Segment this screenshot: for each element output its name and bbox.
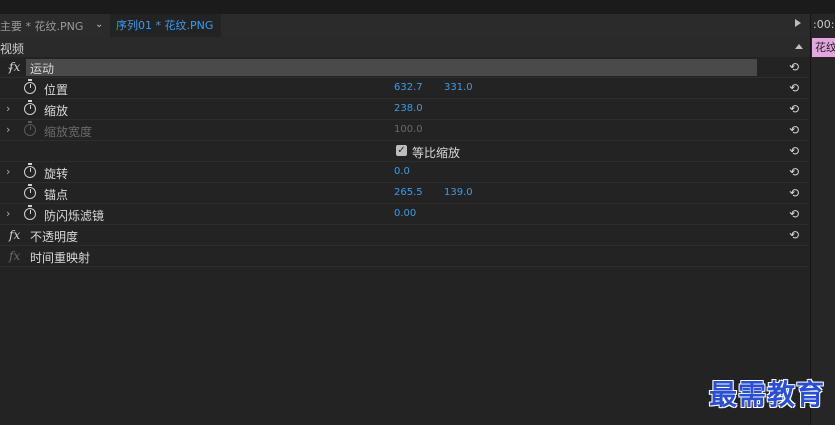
reset-icon[interactable]: ⟲ bbox=[789, 144, 799, 158]
effect-row-time-remap[interactable]: fx 时间重映射 bbox=[0, 246, 808, 267]
effect-controls-panel: 主要 * 花纹.PNG ⌄ 序列01 * 花纹.PNG :00:0 花纹 视频 … bbox=[0, 0, 835, 425]
mini-timeline[interactable] bbox=[810, 14, 835, 425]
property-row-uniform-scale: ✓ 等比缩放 ⟲ bbox=[0, 141, 808, 162]
rotation-value[interactable]: 0.0 bbox=[394, 166, 410, 177]
timeline-clip[interactable]: 花纹 bbox=[812, 38, 835, 57]
stopwatch-icon[interactable] bbox=[24, 184, 36, 199]
timeline-timecode: :00:0 bbox=[813, 18, 835, 31]
anti-flicker-label: 防闪烁滤镜 bbox=[44, 209, 105, 223]
property-row-rotation: › 旋转 0.0 ⟲ bbox=[0, 162, 808, 183]
fx-icon: fx bbox=[9, 249, 21, 263]
position-y-value[interactable]: 331.0 bbox=[444, 82, 473, 93]
fx-icon[interactable]: fx bbox=[9, 60, 20, 74]
motion-header-bar[interactable]: 运动 bbox=[26, 59, 757, 76]
watermark-logo: 最需教育 bbox=[709, 378, 826, 411]
scale-width-value: 100.0 bbox=[394, 124, 423, 135]
stopwatch-icon[interactable] bbox=[24, 100, 36, 115]
top-strip bbox=[0, 0, 835, 14]
opacity-label: 不透明度 bbox=[30, 230, 79, 244]
stopwatch-icon[interactable] bbox=[24, 79, 36, 94]
stopwatch-icon[interactable] bbox=[24, 205, 36, 220]
property-row-scale-width: › 缩放宽度 100.0 ⟲ bbox=[0, 120, 808, 141]
reset-icon[interactable]: ⟲ bbox=[789, 81, 799, 95]
stopwatch-icon[interactable] bbox=[24, 163, 36, 178]
expand-caret-icon[interactable]: › bbox=[6, 123, 10, 136]
scale-width-label: 缩放宽度 bbox=[44, 125, 93, 139]
tab-sequence-clip[interactable]: 序列01 * 花纹.PNG bbox=[110, 14, 222, 37]
expand-caret-icon[interactable]: › bbox=[6, 207, 10, 220]
video-section-label: 视频 bbox=[0, 42, 25, 56]
fx-icon[interactable]: fx bbox=[9, 228, 20, 242]
property-row-scale: › 缩放 238.0 ⟲ bbox=[0, 99, 808, 120]
effect-row-opacity[interactable]: fx 不透明度 ⟲ bbox=[0, 225, 808, 246]
expand-caret-icon[interactable]: › bbox=[6, 165, 10, 178]
anchor-label: 锚点 bbox=[44, 188, 69, 202]
time-remap-label: 时间重映射 bbox=[30, 251, 91, 265]
reset-icon[interactable]: ⟲ bbox=[789, 60, 799, 74]
position-label: 位置 bbox=[44, 83, 69, 97]
reset-icon[interactable]: ⟲ bbox=[789, 165, 799, 179]
play-triangle-icon[interactable] bbox=[795, 19, 801, 27]
scroll-up-icon[interactable] bbox=[795, 44, 803, 49]
property-row-anchor: 锚点 265.5 139.0 ⟲ bbox=[0, 183, 808, 204]
uniform-scale-label: 等比缩放 bbox=[412, 146, 461, 160]
rotation-label: 旋转 bbox=[44, 167, 69, 181]
chevron-down-icon[interactable]: ⌄ bbox=[95, 18, 107, 32]
reset-icon[interactable]: ⟲ bbox=[789, 207, 799, 221]
anti-flicker-value[interactable]: 0.00 bbox=[394, 208, 416, 219]
scale-label: 缩放 bbox=[44, 104, 69, 118]
anchor-x-value[interactable]: 265.5 bbox=[394, 187, 423, 198]
property-row-anti-flicker: › 防闪烁滤镜 0.00 ⟲ bbox=[0, 204, 808, 225]
position-x-value[interactable]: 632.7 bbox=[394, 82, 423, 93]
uniform-scale-checkbox[interactable]: ✓ bbox=[396, 145, 407, 156]
reset-icon[interactable]: ⟲ bbox=[789, 228, 799, 242]
effect-row-motion[interactable]: ⌄ fx 运动 ⟲ bbox=[0, 57, 808, 78]
scale-value[interactable]: 238.0 bbox=[394, 103, 423, 114]
reset-icon[interactable]: ⟲ bbox=[789, 186, 799, 200]
video-section-header: 视频 bbox=[0, 37, 810, 57]
stopwatch-icon bbox=[24, 121, 36, 136]
tab-bar: 主要 * 花纹.PNG ⌄ 序列01 * 花纹.PNG bbox=[0, 14, 810, 38]
anchor-y-value[interactable]: 139.0 bbox=[444, 187, 473, 198]
motion-label: 运动 bbox=[30, 62, 55, 76]
expand-caret-icon[interactable]: › bbox=[6, 102, 10, 115]
reset-icon[interactable]: ⟲ bbox=[789, 123, 799, 137]
property-row-position: 位置 632.7 331.0 ⟲ bbox=[0, 78, 808, 99]
tab-master-clip[interactable]: 主要 * 花纹.PNG bbox=[0, 18, 83, 34]
reset-icon[interactable]: ⟲ bbox=[789, 102, 799, 116]
